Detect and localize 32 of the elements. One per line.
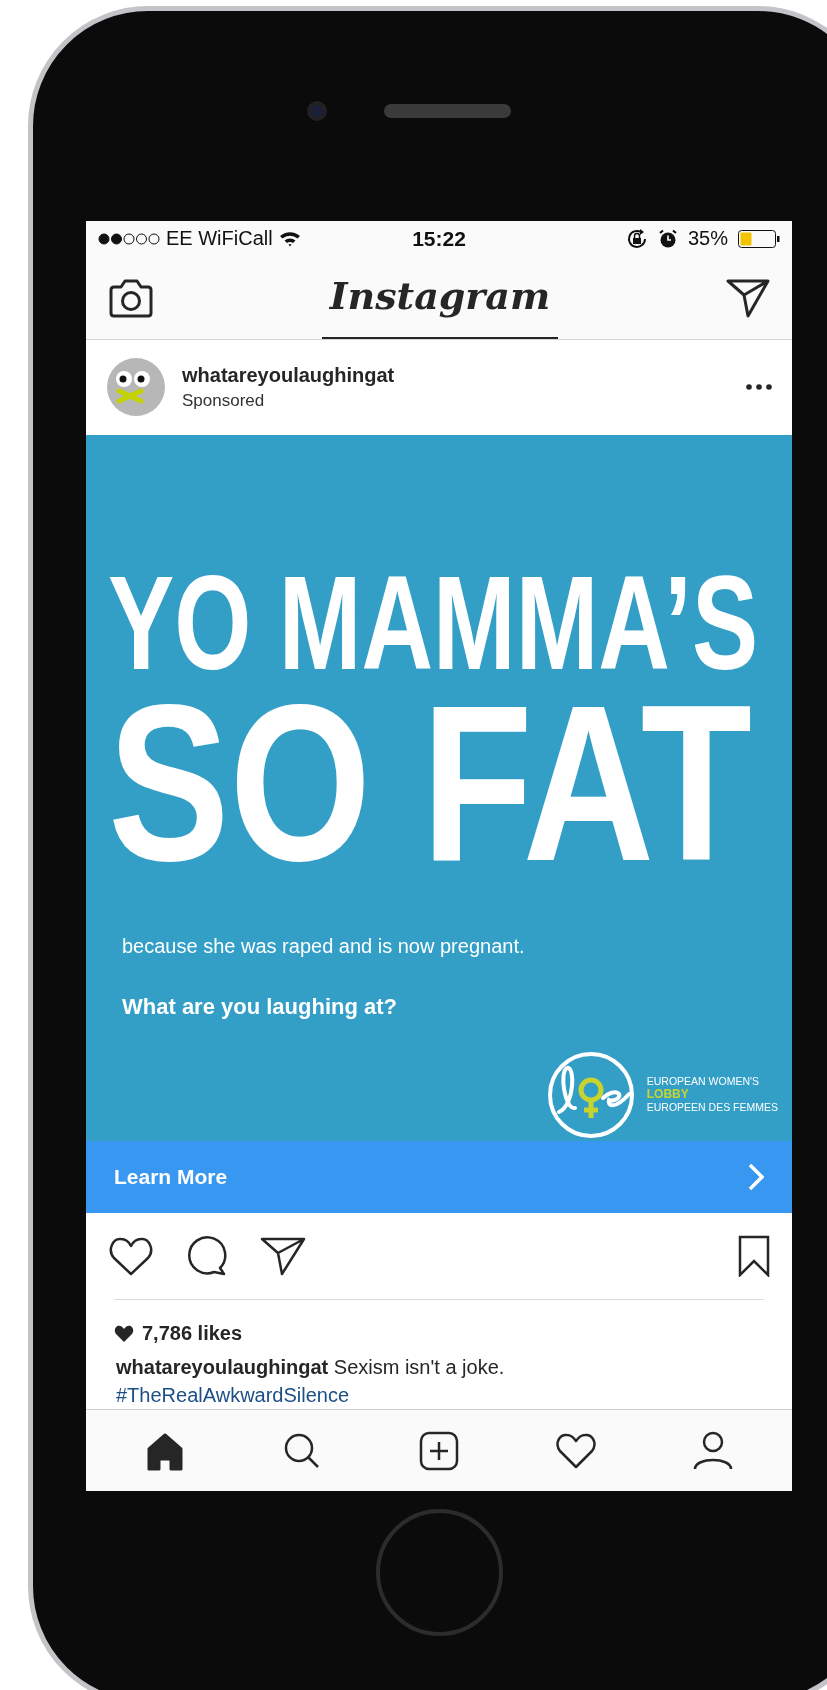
logo-text: EUROPEAN WOMEN'S bbox=[646, 1075, 760, 1089]
avatar[interactable] bbox=[106, 357, 166, 418]
chevron-right-icon bbox=[748, 1163, 764, 1192]
logo-text: LOBBY bbox=[646, 1088, 690, 1102]
ad-headline: YO MAMMA’S bbox=[108, 562, 759, 683]
ad-question: What are you laughing at? bbox=[122, 993, 397, 1020]
camera-icon[interactable] bbox=[108, 277, 154, 318]
alarm-clock-icon bbox=[657, 229, 678, 249]
battery-percent: 35% bbox=[687, 227, 728, 251]
send-icon[interactable] bbox=[260, 1236, 306, 1277]
camera-lens bbox=[307, 101, 327, 121]
status-time: 15:22 bbox=[412, 227, 466, 251]
carrier-name: EE WiFiCall bbox=[166, 227, 273, 251]
bookmark-icon[interactable] bbox=[738, 1235, 770, 1278]
ad-body-text: because she was raped and is now pregnant. bbox=[122, 934, 525, 958]
app-logo: Instagram bbox=[321, 256, 559, 340]
signal-icon bbox=[98, 233, 160, 245]
heart-icon bbox=[114, 1324, 134, 1343]
wifi-icon bbox=[278, 230, 301, 248]
hashtag-link[interactable]: #TheRealAwkwardSilence bbox=[116, 1381, 350, 1410]
battery-icon bbox=[738, 230, 780, 248]
likes-count[interactable]: 7,786 likes bbox=[142, 1322, 243, 1346]
heart-icon[interactable] bbox=[108, 1236, 154, 1277]
sponsored-label: Sponsored bbox=[182, 390, 266, 411]
rotation-lock-icon bbox=[625, 228, 648, 250]
more-options-icon[interactable] bbox=[746, 384, 772, 391]
send-icon[interactable] bbox=[726, 277, 770, 318]
ad-headline: SO FAT bbox=[108, 692, 752, 873]
post-caption: whatareyoulaughingat Sexism isn't a joke. bbox=[116, 1356, 505, 1379]
logo-text: EUROPEEN DES FEMMES bbox=[646, 1101, 778, 1115]
username[interactable]: whatareyoulaughingat bbox=[182, 363, 730, 387]
comment-icon[interactable] bbox=[186, 1235, 228, 1278]
